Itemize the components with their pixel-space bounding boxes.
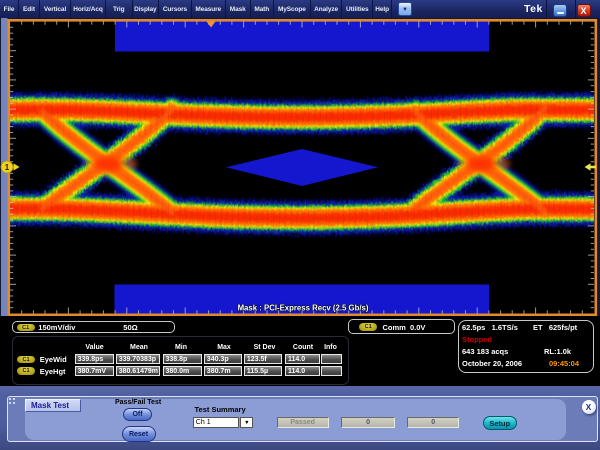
svg-text:Mask : PCI-Express Recv (2.5 G: Mask : PCI-Express Recv (2.5 Gb/s) — [238, 304, 369, 313]
svg-text:1: 1 — [5, 163, 10, 172]
